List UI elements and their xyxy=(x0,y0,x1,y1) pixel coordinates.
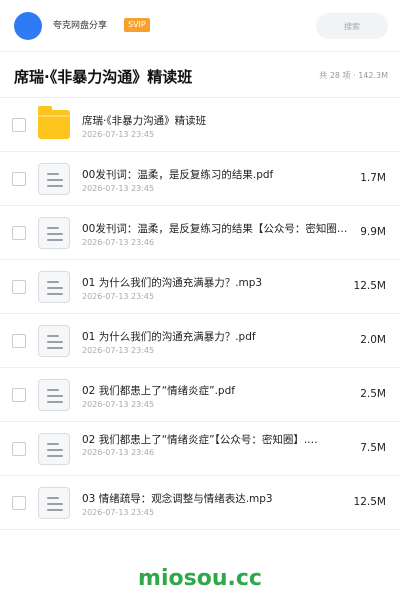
list-item[interactable]: 01 为什么我们的沟通充满暴力？.mp3 2026-07-13 23:45 12.5… xyxy=(0,260,400,314)
file-date: 2026-07-13 23:46 xyxy=(82,448,155,457)
file-date: 2026-07-13 23:45 xyxy=(82,346,155,355)
document-icon xyxy=(38,163,70,195)
avatar[interactable] xyxy=(14,12,42,40)
file-date: 2026-07-13 23:46 xyxy=(82,238,155,247)
list-item[interactable]: 03 情绪疏导：观念调整与情绪表达.mp3 2026-07-13 23:45 12.… xyxy=(0,476,400,530)
document-icon xyxy=(38,271,70,303)
document-icon xyxy=(38,433,70,465)
file-size: 12.5M xyxy=(353,496,386,508)
file-name[interactable]: 03 情绪疏导：观念调整与情绪表达.mp3 xyxy=(82,491,357,506)
folder-meta: 共 28 项 · 142.3M xyxy=(319,71,388,80)
select-checkbox[interactable] xyxy=(12,334,26,348)
file-size: 1.7M xyxy=(360,172,386,184)
list-item[interactable]: 02 我们都患上了“情绪炎症”【公众号：密知圈】.… 2026-07-13 23:… xyxy=(0,422,400,476)
select-checkbox[interactable] xyxy=(12,280,26,294)
file-name[interactable]: 02 我们都患上了“情绪炎症”【公众号：密知圈】.… xyxy=(82,432,327,448)
file-date: 2026-07-13 23:45 xyxy=(82,292,155,301)
folder-icon xyxy=(38,106,70,139)
file-date: 2026-07-13 23:45 xyxy=(82,130,155,139)
file-size: 2.5M xyxy=(360,388,386,400)
document-icon xyxy=(38,487,70,519)
select-checkbox[interactable] xyxy=(12,388,26,402)
file-size: 2.0M xyxy=(360,334,386,346)
file-size: 7.5M xyxy=(360,442,386,454)
file-name[interactable]: 席瑞·《非暴力沟通》精读班 xyxy=(82,113,357,128)
file-name[interactable]: 02 我们都患上了“情绪炎症”.pdf xyxy=(82,383,357,398)
file-size: 9.9M xyxy=(360,226,386,238)
folder-header: 席瑞·《非暴力沟通》精读班 共 28 项 · 142.3M xyxy=(0,52,400,98)
file-date: 2026-07-13 23:45 xyxy=(82,184,155,193)
page-title: 席瑞·《非暴力沟通》精读班 xyxy=(14,68,193,86)
app-name: 夸克网盘分享 xyxy=(53,21,108,31)
site-watermark: miosou.cc xyxy=(138,566,262,591)
list-item[interactable]: 00发刊词：温柔，是反复练习的结果【公众号：密知圈… 2026-07-13 23:… xyxy=(0,206,400,260)
select-checkbox[interactable] xyxy=(12,442,26,456)
file-date: 2026-07-13 23:45 xyxy=(82,508,155,517)
document-icon xyxy=(38,217,70,249)
select-checkbox[interactable] xyxy=(12,226,26,240)
top-bar: 夸克网盘分享 SVIP xyxy=(0,0,400,52)
select-checkbox[interactable] xyxy=(12,118,26,132)
select-checkbox[interactable] xyxy=(12,172,26,186)
search-input[interactable] xyxy=(316,13,388,39)
document-icon xyxy=(38,325,70,357)
list-item[interactable]: 01 为什么我们的沟通充满暴力？.pdf 2026-07-13 23:45 2.0M xyxy=(0,314,400,368)
file-name[interactable]: 00发刊词：温柔，是反复练习的结果.pdf xyxy=(82,167,357,182)
file-name[interactable]: 01 为什么我们的沟通充满暴力？.pdf xyxy=(82,329,357,344)
file-list: 席瑞·《非暴力沟通》精读班 2026-07-13 23:45 00发刊词：温柔，是反… xyxy=(0,98,400,530)
list-item[interactable]: 席瑞·《非暴力沟通》精读班 2026-07-13 23:45 xyxy=(0,98,400,152)
select-checkbox[interactable] xyxy=(12,496,26,510)
file-name[interactable]: 01 为什么我们的沟通充满暴力？.mp3 xyxy=(82,275,357,290)
document-icon xyxy=(38,379,70,411)
file-size: 12.5M xyxy=(353,280,386,292)
list-item[interactable]: 02 我们都患上了“情绪炎症”.pdf 2026-07-13 23:45 2.5M xyxy=(0,368,400,422)
file-date: 2026-07-13 23:45 xyxy=(82,400,155,409)
list-item[interactable]: 00发刊词：温柔，是反复练习的结果.pdf 2026-07-13 23:45 1.7… xyxy=(0,152,400,206)
svip-badge: SVIP xyxy=(124,18,150,32)
file-name[interactable]: 00发刊词：温柔，是反复练习的结果【公众号：密知圈… xyxy=(82,221,357,236)
